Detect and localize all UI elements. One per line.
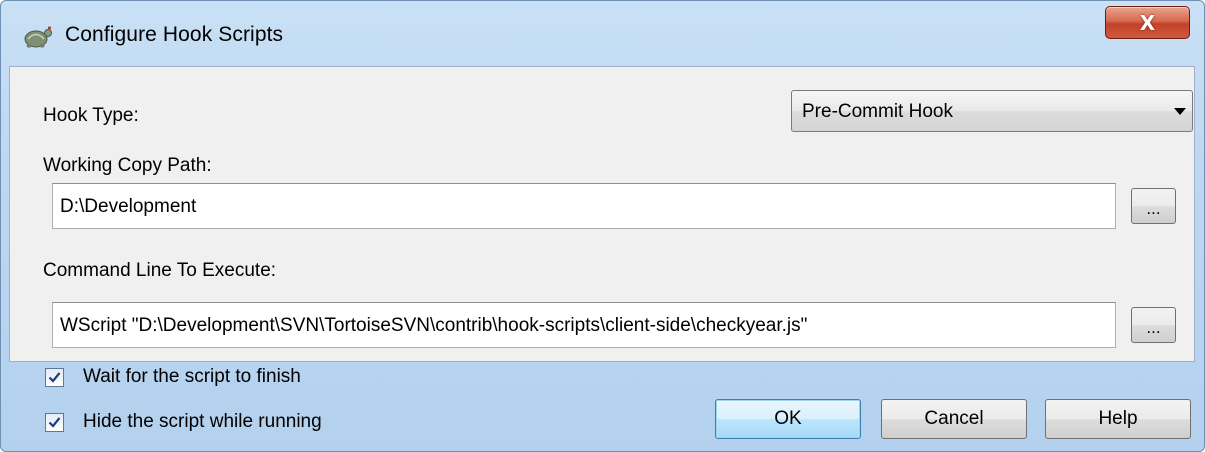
hook-type-value: Pre-Commit Hook	[802, 101, 953, 122]
cancel-button[interactable]: Cancel	[881, 399, 1027, 439]
browse-working-copy-button[interactable]: ...	[1131, 188, 1176, 224]
dialog-body: Hook Type: Pre-Commit Hook Working Copy …	[9, 66, 1195, 362]
hook-type-dropdown[interactable]: Pre-Commit Hook	[791, 90, 1193, 132]
window-title: Configure Hook Scripts	[65, 23, 284, 46]
close-button[interactable]: X	[1105, 6, 1190, 39]
command-line-input[interactable]: WScript "D:\Development\SVN\TortoiseSVN\…	[52, 302, 1116, 348]
browse-command-button[interactable]: ...	[1131, 307, 1176, 343]
help-button[interactable]: Help	[1045, 399, 1191, 439]
checkmark-icon	[48, 372, 61, 383]
working-copy-value: D:\Development	[60, 196, 197, 217]
wait-for-script-checkbox[interactable]	[45, 368, 64, 387]
hook-type-label: Hook Type:	[43, 105, 139, 126]
ellipsis-icon: ...	[1146, 318, 1161, 337]
hide-script-checkbox[interactable]	[45, 413, 64, 432]
title-bar[interactable]: Configure Hook Scripts X	[1, 1, 1204, 67]
command-line-value: WScript "D:\Development\SVN\TortoiseSVN\…	[60, 315, 808, 336]
close-icon: X	[1139, 10, 1156, 35]
command-line-label: Command Line To Execute:	[43, 260, 277, 281]
wait-for-script-label[interactable]: Wait for the script to finish	[83, 366, 301, 388]
dialog-window: Configure Hook Scripts X Hook Type: Pre-…	[0, 0, 1205, 452]
working-copy-input[interactable]: D:\Development	[52, 183, 1116, 229]
working-copy-label: Working Copy Path:	[43, 155, 212, 176]
tortoise-icon	[24, 26, 52, 48]
ok-button[interactable]: OK	[715, 399, 861, 439]
ellipsis-icon: ...	[1146, 199, 1161, 218]
hide-script-label[interactable]: Hide the script while running	[83, 411, 322, 433]
checkmark-icon	[48, 417, 61, 428]
dropdown-arrow-icon	[1174, 108, 1186, 115]
